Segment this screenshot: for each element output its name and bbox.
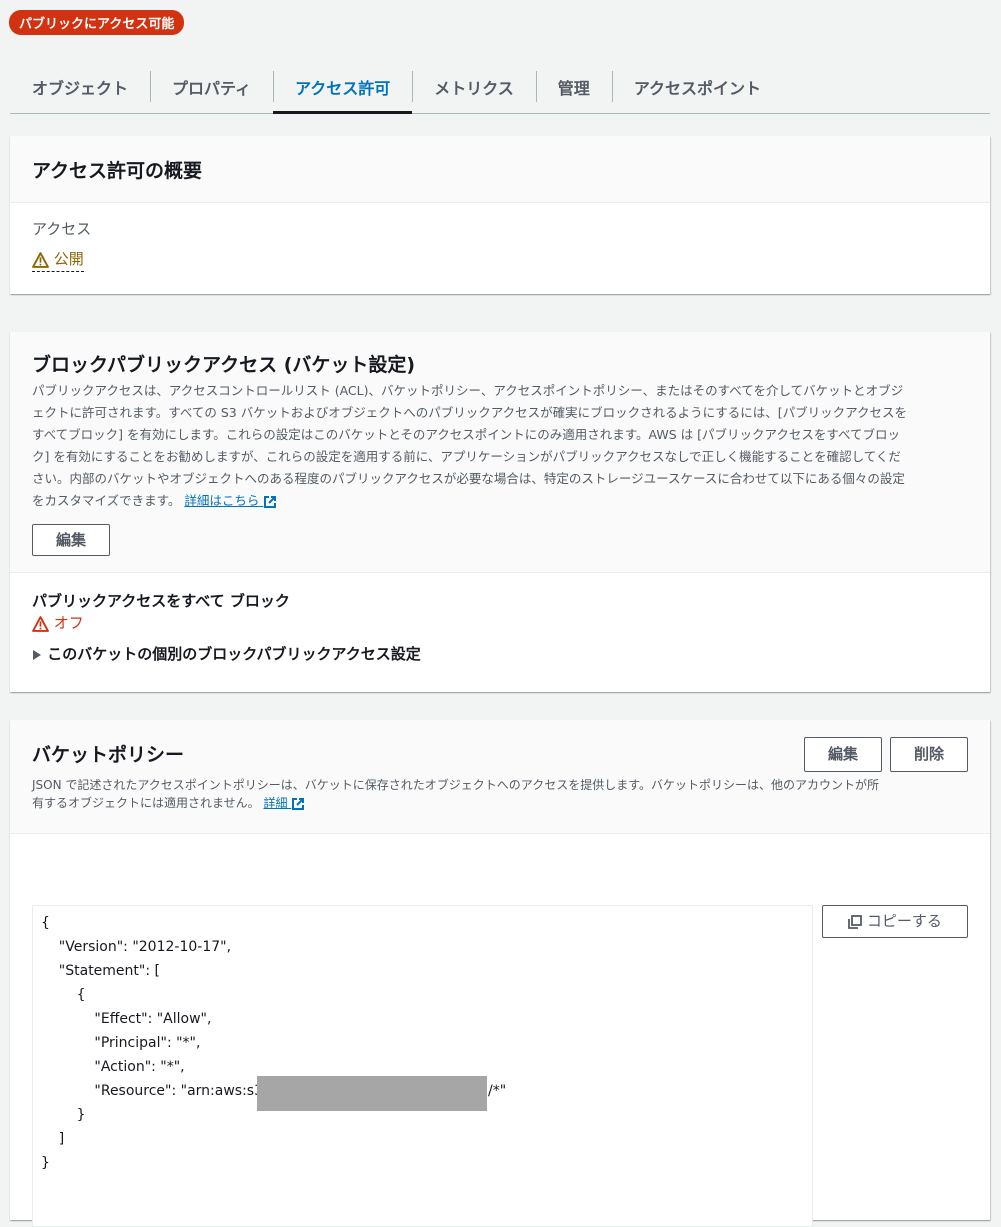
description-line: JSON で記述されたアクセスポイントポリシーは、バケットに保存されたオブジェク… [32, 778, 879, 792]
code-line: } [41, 1107, 86, 1123]
permissions-overview-title: アクセス許可の概要 [32, 159, 203, 182]
warning-icon [32, 251, 49, 268]
code-line: "Resource": "arn:aws:s3::: [41, 1083, 278, 1099]
caret-right-icon [33, 649, 41, 660]
individual-settings-label: このバケットの個別のブロックパブリックアクセス設定 [47, 645, 421, 663]
code-line: { [41, 915, 50, 931]
description-line: 有するオブジェクトには適用されません。 詳細 [32, 794, 972, 812]
policy-edit-button[interactable]: 編集 [804, 737, 882, 772]
policy-learn-more-link[interactable]: 詳細 [263, 796, 305, 810]
code-line: "Action": "*", [41, 1059, 185, 1075]
access-status-value: 公開 [53, 250, 84, 268]
block-all-label: パブリックアクセスをすべて ブロック [32, 592, 290, 610]
copy-icon [848, 914, 862, 929]
block-public-access-title: ブロックパブリックアクセス (バケット設定) [32, 354, 416, 376]
block-public-access-description: パブリックアクセスは、アクセスコントロールリスト (ACL)、バケットポリシー、… [32, 380, 967, 512]
bucket-policy-title: バケットポリシー [32, 744, 185, 766]
code-line: ] [41, 1131, 65, 1147]
description-line: をカスタマイズできます。 詳細はこちら [32, 490, 967, 512]
description-line: すべてブロック] を有効にします。これらの設定はこのバケットとそのアクセスポイン… [32, 427, 900, 442]
block-all-status: オフ [32, 612, 84, 633]
permissions-overview-panel: アクセス許可の概要 アクセス 公開 [10, 136, 990, 294]
policy-delete-button[interactable]: 削除 [890, 737, 968, 772]
policy-code-block[interactable]: { "Version": "2012-10-17", "Statement": … [32, 905, 813, 1227]
individual-settings-toggle[interactable]: このバケットの個別のブロックパブリックアクセス設定 [32, 643, 421, 664]
learn-more-link[interactable]: 詳細はこちら [184, 493, 277, 508]
tab-properties[interactable]: プロパティ [150, 60, 273, 113]
access-status[interactable]: 公開 [32, 248, 84, 272]
access-label: アクセス [32, 220, 92, 238]
code-line: "Effect": "Allow", [41, 1011, 212, 1027]
tab-access-points[interactable]: アクセスポイント [611, 60, 783, 113]
bucket-policy-panel: バケットポリシー 編集 削除 JSON で記述されたアクセスポイントポリシーは、… [10, 720, 990, 1227]
code-line: "Statement": [ [41, 963, 160, 979]
block-all-status-value: オフ [53, 614, 84, 632]
redacted-bucket-name [257, 1076, 487, 1111]
code-line: "Principal": "*", [41, 1035, 201, 1051]
panel-header: バケットポリシー 編集 削除 JSON で記述されたアクセスポイントポリシーは、… [10, 720, 990, 834]
description-line: パブリックアクセスは、アクセスコントロールリスト (ACL)、バケットポリシー、… [32, 383, 904, 398]
block-public-access-panel: ブロックパブリックアクセス (バケット設定) パブリックアクセスは、アクセスコン… [10, 332, 990, 692]
tab-objects[interactable]: オブジェクト [10, 60, 150, 113]
public-access-badge: パブリックにアクセス可能 [9, 10, 185, 35]
panel-header: アクセス許可の概要 [10, 136, 990, 203]
tab-management[interactable]: 管理 [535, 60, 612, 113]
code-line: { [41, 987, 86, 1003]
description-line: ク] を有効にすることをお勧めしますが、これらの設定を適用する前に、アプリケーシ… [32, 449, 901, 464]
copy-label: コピーする [866, 912, 942, 930]
tab-permissions[interactable]: アクセス許可 [273, 60, 413, 114]
description-line: さい。内部のバケットやオブジェクトへのある程度のパブリックアクセスが必要な場合は… [32, 471, 905, 486]
bucket-policy-description: JSON で記述されたアクセスポイントポリシーは、バケットに保存されたオブジェク… [32, 776, 972, 812]
code-line: } [41, 1155, 50, 1171]
code-line: "Version": "2012-10-17", [41, 939, 232, 955]
block-edit-button[interactable]: 編集 [32, 524, 110, 556]
panel-header: ブロックパブリックアクセス (バケット設定) パブリックアクセスは、アクセスコン… [10, 332, 990, 573]
tab-metrics[interactable]: メトリクス [412, 60, 536, 113]
external-link-icon [264, 495, 277, 508]
code-line-resource-suffix: /*" [488, 1083, 507, 1099]
tab-bar: オブジェクト プロパティ アクセス許可 メトリクス 管理 アクセスポイント [10, 60, 990, 114]
error-icon [32, 615, 49, 632]
copy-button[interactable]: コピーする [822, 905, 968, 938]
description-line: ェクトに許可されます。すべての S3 バケットおよびオブジェクトへのパブリックア… [32, 405, 907, 420]
external-link-icon [292, 797, 305, 810]
